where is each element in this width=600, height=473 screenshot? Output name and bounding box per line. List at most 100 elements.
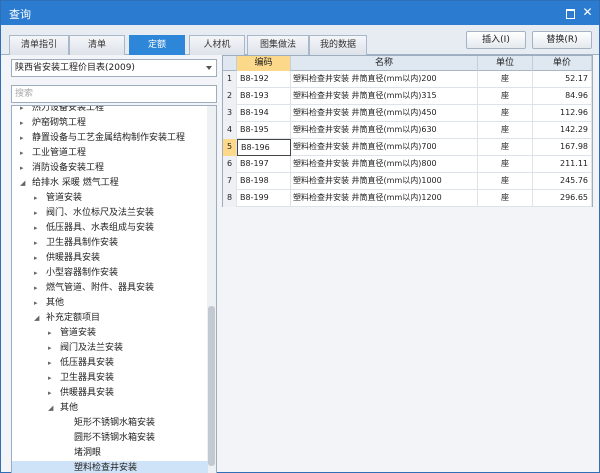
tree-item[interactable]: ▸ 其他 xyxy=(12,296,208,311)
caret-right-icon[interactable]: ▸ xyxy=(34,296,42,311)
name-cell[interactable]: 塑料检查井安装 井筒直径(mm以内)200 xyxy=(291,71,478,88)
tree-item[interactable]: 塑料检查井安装 xyxy=(12,461,208,473)
tree-item[interactable]: ▸ 低压器具安装 xyxy=(12,356,208,371)
caret-right-icon[interactable]: ▸ xyxy=(20,116,28,131)
tree-item[interactable]: ▸ 阀门及法兰安装 xyxy=(12,341,208,356)
tree-item[interactable]: ◢ 给排水 采暖 燃气工程 xyxy=(12,176,208,191)
row-number-cell[interactable]: 8 xyxy=(223,190,237,207)
insert-button[interactable]: 插入(I) xyxy=(466,31,526,49)
caret-right-icon[interactable]: ▸ xyxy=(48,356,56,371)
tree-item[interactable]: ▸ 供暖器具安装 xyxy=(12,386,208,401)
unit-cell[interactable]: 座 xyxy=(478,105,533,122)
table-row[interactable]: 4 B8-195 塑料检查井安装 井筒直径(mm以内)630 座 142.29 xyxy=(223,122,592,139)
name-cell[interactable]: 塑料检查井安装 井筒直径(mm以内)630 xyxy=(291,122,478,139)
tree-item[interactable]: ◢ 其他 xyxy=(12,401,208,416)
code-cell[interactable]: B8-192 xyxy=(237,71,291,88)
tree-item[interactable]: ▸ 工业管道工程 xyxy=(12,146,208,161)
row-number-cell[interactable]: 1 xyxy=(223,71,237,88)
unit-cell[interactable]: 座 xyxy=(478,71,533,88)
tree-item[interactable]: 堵洞眼 xyxy=(12,446,208,461)
tree-item[interactable]: ▸ 热力设备安装工程 xyxy=(12,106,208,116)
caret-right-icon[interactable]: ▸ xyxy=(34,266,42,281)
scrollbar-thumb[interactable] xyxy=(208,306,215,466)
caret-right-icon[interactable]: ▸ xyxy=(34,236,42,251)
header-code[interactable]: 编码 xyxy=(237,56,291,71)
code-cell[interactable]: B8-198 xyxy=(237,173,291,190)
code-cell[interactable]: B8-195 xyxy=(237,122,291,139)
tree-item[interactable]: ▸ 炉窑砌筑工程 xyxy=(12,116,208,131)
name-cell[interactable]: 塑料检查井安装 井筒直径(mm以内)450 xyxy=(291,105,478,122)
row-number-cell[interactable]: 6 xyxy=(223,156,237,173)
unit-cell[interactable]: 座 xyxy=(478,173,533,190)
caret-right-icon[interactable]: ▸ xyxy=(20,146,28,161)
tree-item[interactable]: ▸ 卫生器具安装 xyxy=(12,371,208,386)
code-cell[interactable]: B8-199 xyxy=(237,190,291,207)
caret-down-icon[interactable]: ◢ xyxy=(20,176,28,191)
tree-scrollbar[interactable] xyxy=(207,106,216,473)
code-cell[interactable]: B8-193 xyxy=(237,88,291,105)
price-cell[interactable]: 52.17 xyxy=(533,71,592,88)
price-cell[interactable]: 296.65 xyxy=(533,190,592,207)
tab-bill[interactable]: 清单 xyxy=(69,35,125,55)
tree-item[interactable]: ▸ 管道安装 xyxy=(12,326,208,341)
unit-cell[interactable]: 座 xyxy=(478,139,533,156)
name-cell[interactable]: 塑料检查井安装 井筒直径(mm以内)315 xyxy=(291,88,478,105)
close-icon[interactable]: ✕ xyxy=(581,6,594,19)
unit-cell[interactable]: 座 xyxy=(478,190,533,207)
tree-item[interactable]: ▸ 管道安装 xyxy=(12,191,208,206)
caret-right-icon[interactable]: ▸ xyxy=(34,221,42,236)
tab-atlas-method[interactable]: 图集做法 xyxy=(247,35,309,55)
name-cell[interactable]: 塑料检查井安装 井筒直径(mm以内)1000 xyxy=(291,173,478,190)
unit-cell[interactable]: 座 xyxy=(478,156,533,173)
caret-right-icon[interactable]: ▸ xyxy=(20,106,28,116)
row-number-cell[interactable]: 4 xyxy=(223,122,237,139)
tab-bill-guide[interactable]: 清单指引 xyxy=(9,35,69,55)
tree-item[interactable]: ▸ 消防设备安装工程 xyxy=(12,161,208,176)
header-price[interactable]: 单价 xyxy=(533,56,592,71)
code-cell[interactable]: B8-196 xyxy=(237,139,291,156)
header-unit[interactable]: 单位 xyxy=(478,56,533,71)
library-select[interactable]: 陕西省安装工程价目表(2009) xyxy=(11,59,217,77)
tree-item[interactable]: ▸ 燃气管道、附件、器具安装 xyxy=(12,281,208,296)
table-row[interactable]: 2 B8-193 塑料检查井安装 井筒直径(mm以内)315 座 84.96 xyxy=(223,88,592,105)
restore-icon[interactable] xyxy=(563,6,576,19)
tab-labor-material-machine[interactable]: 人材机 xyxy=(189,35,245,55)
search-input[interactable]: 搜索 xyxy=(11,85,217,103)
caret-right-icon[interactable]: ▸ xyxy=(34,281,42,296)
header-name[interactable]: 名称 xyxy=(291,56,478,71)
tree-item[interactable]: ▸ 供暖器具安装 xyxy=(12,251,208,266)
caret-right-icon[interactable]: ▸ xyxy=(20,131,28,146)
tree-item[interactable]: ▸ 静置设备与工艺金属结构制作安装工程 xyxy=(12,131,208,146)
tree-item[interactable]: ▸ 阀门、水位标尺及法兰安装 xyxy=(12,206,208,221)
title-bar[interactable]: 查询 ✕ xyxy=(1,1,599,25)
chevron-down-icon[interactable] xyxy=(206,66,212,70)
tree-item[interactable]: 圆形不锈钢水箱安装 xyxy=(12,431,208,446)
tab-my-data[interactable]: 我的数据 xyxy=(309,35,367,55)
unit-cell[interactable]: 座 xyxy=(478,88,533,105)
name-cell[interactable]: 塑料检查井安装 井筒直径(mm以内)1200 xyxy=(291,190,478,207)
code-cell[interactable]: B8-197 xyxy=(237,156,291,173)
tree-item[interactable]: ▸ 小型容器制作安装 xyxy=(12,266,208,281)
row-number-cell[interactable]: 7 xyxy=(223,173,237,190)
caret-right-icon[interactable]: ▸ xyxy=(20,161,28,176)
price-cell[interactable]: 167.98 xyxy=(533,139,592,156)
table-row[interactable]: 7 B8-198 塑料检查井安装 井筒直径(mm以内)1000 座 245.76 xyxy=(223,173,592,190)
table-row[interactable]: 3 B8-194 塑料检查井安装 井筒直径(mm以内)450 座 112.96 xyxy=(223,105,592,122)
table-row[interactable]: 8 B8-199 塑料检查井安装 井筒直径(mm以内)1200 座 296.65 xyxy=(223,190,592,207)
tab-quota[interactable]: 定额 xyxy=(129,35,185,55)
caret-right-icon[interactable]: ▸ xyxy=(48,386,56,401)
name-cell[interactable]: 塑料检查井安装 井筒直径(mm以内)800 xyxy=(291,156,478,173)
tree-item[interactable]: ▸ 低压器具、水表组成与安装 xyxy=(12,221,208,236)
price-cell[interactable]: 112.96 xyxy=(533,105,592,122)
table-row[interactable]: 1 B8-192 塑料检查井安装 井筒直径(mm以内)200 座 52.17 xyxy=(223,71,592,88)
caret-down-icon[interactable]: ◢ xyxy=(34,311,42,326)
table-row[interactable]: 6 B8-197 塑料检查井安装 井筒直径(mm以内)800 座 211.11 xyxy=(223,156,592,173)
caret-right-icon[interactable]: ▸ xyxy=(48,326,56,341)
table-row[interactable]: 5 B8-196 塑料检查井安装 井筒直径(mm以内)700 座 167.98 xyxy=(223,139,592,156)
row-number-cell[interactable]: 3 xyxy=(223,105,237,122)
caret-right-icon[interactable]: ▸ xyxy=(34,191,42,206)
unit-cell[interactable]: 座 xyxy=(478,122,533,139)
tree-item[interactable]: 矩形不锈钢水箱安装 xyxy=(12,416,208,431)
price-cell[interactable]: 245.76 xyxy=(533,173,592,190)
tree-item[interactable]: ▸ 卫生器具制作安装 xyxy=(12,236,208,251)
